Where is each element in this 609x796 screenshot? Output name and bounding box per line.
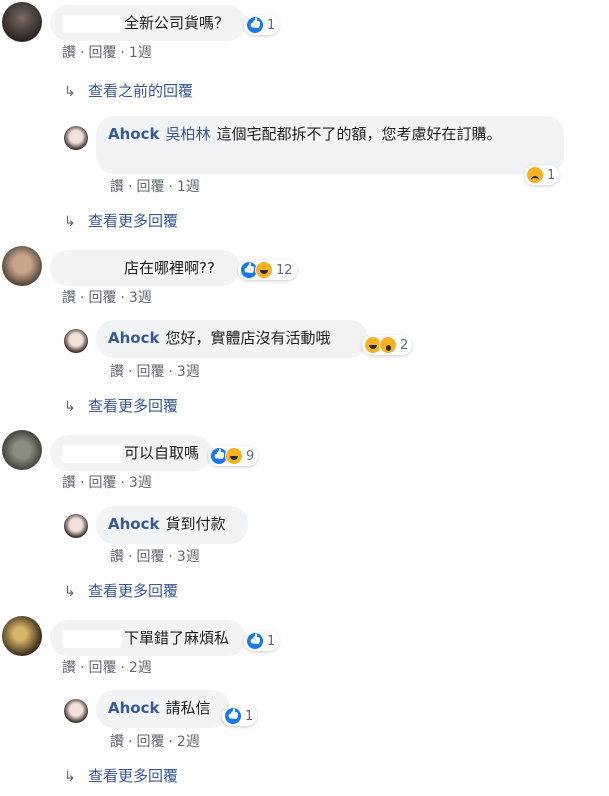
comment-text: 下單錯了麻煩私 (124, 629, 230, 647)
page-avatar[interactable] (64, 699, 88, 723)
commenter-avatar[interactable] (2, 430, 42, 470)
comment-bubble: 店在哪裡啊?? (50, 250, 240, 286)
timestamp[interactable]: 3週 (177, 364, 200, 380)
timestamp[interactable]: 3週 (129, 475, 152, 491)
reaction-count: 1 (267, 17, 276, 33)
timestamp[interactable]: 3週 (129, 290, 152, 306)
comment-bubble: 下單錯了麻煩私 (50, 620, 246, 656)
reply-link[interactable]: 回覆 (136, 734, 164, 750)
reactions-badge[interactable]: 1 (244, 631, 280, 651)
redacted-name (62, 259, 122, 278)
reply-bubble: Ahock 您好，實體店沒有活動哦 (96, 320, 368, 358)
comment-actions: 讚 · 回覆 · 2週 (62, 660, 152, 676)
redacted-name (62, 14, 122, 33)
like-link[interactable]: 讚 (110, 549, 124, 565)
like-reaction-icon (224, 707, 242, 725)
reaction-count: 2 (400, 337, 409, 353)
page-avatar[interactable] (64, 329, 88, 353)
page-avatar[interactable] (64, 126, 88, 150)
view-previous-replies[interactable]: ↳ 查看之前的回覆 (64, 80, 193, 101)
like-link[interactable]: 讚 (110, 179, 124, 195)
reactions-badge[interactable]: 12 (238, 260, 297, 280)
reply-arrow-icon: ↳ (64, 214, 76, 230)
sad-reaction-icon (526, 166, 544, 184)
like-link[interactable]: 讚 (62, 45, 76, 61)
comment-bubble: 全新公司貨嗎？ (50, 5, 246, 41)
reactions-badge[interactable]: 1 (524, 165, 560, 185)
reaction-count: 12 (276, 262, 293, 278)
reactions-badge[interactable]: 1 (244, 15, 280, 35)
like-reaction-icon (246, 632, 264, 650)
reply-arrow-icon: ↳ (64, 84, 76, 100)
reply-bubble: Ahock 請私信 (96, 690, 230, 728)
reply-link[interactable]: 回覆 (88, 660, 116, 676)
reply-arrow-icon: ↳ (64, 769, 76, 785)
like-link[interactable]: 讚 (110, 734, 124, 750)
reply-text: 貨到付款 (165, 515, 226, 533)
haha-reaction-icon (225, 447, 243, 465)
reaction-count: 1 (245, 708, 254, 724)
reply-actions: 讚 · 回覆 · 1週 (110, 179, 200, 195)
reply-actions: 讚 · 回覆 · 3週 (110, 549, 200, 565)
reply-link[interactable]: 回覆 (136, 179, 164, 195)
haha-reaction-icon (255, 261, 273, 279)
reply-text: 請私信 (165, 699, 211, 717)
commenter-avatar[interactable] (2, 246, 42, 286)
reply-text: 這個宅配都拆不了的額，您考慮好在訂購。 (216, 125, 502, 143)
like-link[interactable]: 讚 (62, 660, 76, 676)
page-avatar[interactable] (64, 514, 88, 538)
view-more-replies[interactable]: ↳ 查看更多回覆 (64, 210, 178, 231)
comment-text: 可以自取嗎 (124, 444, 200, 462)
comment-actions: 讚 · 回覆 · 1週 (62, 45, 152, 61)
wow-reaction-icon (379, 336, 397, 354)
reply-link[interactable]: 回覆 (88, 475, 116, 491)
timestamp[interactable]: 1週 (177, 179, 200, 195)
redacted-name (62, 444, 122, 463)
comment-actions: 讚 · 回覆 · 3週 (62, 475, 152, 491)
comment-actions: 讚 · 回覆 · 3週 (62, 290, 152, 306)
reply-arrow-icon: ↳ (64, 584, 76, 600)
reply-link[interactable]: 回覆 (136, 549, 164, 565)
comment-bubble: 可以自取嗎 (50, 435, 212, 471)
reply-arrow-icon: ↳ (64, 399, 76, 415)
reaction-count: 1 (547, 167, 556, 183)
reply-author[interactable]: Ahock (108, 699, 159, 717)
timestamp[interactable]: 3週 (177, 549, 200, 565)
view-more-replies[interactable]: ↳ 查看更多回覆 (64, 395, 178, 416)
timestamp[interactable]: 2週 (129, 660, 152, 676)
like-link[interactable]: 讚 (62, 475, 76, 491)
commenter-avatar[interactable] (2, 2, 42, 42)
like-reaction-icon (246, 16, 264, 34)
tagged-user[interactable]: 吳柏林 (165, 125, 210, 143)
reply-actions: 讚 · 回覆 · 2週 (110, 734, 200, 750)
timestamp[interactable]: 1週 (129, 45, 152, 61)
reply-author[interactable]: Ahock (108, 125, 159, 143)
view-more-replies[interactable]: ↳ 查看更多回覆 (64, 580, 178, 601)
reply-author[interactable]: Ahock (108, 329, 159, 347)
commenter-avatar[interactable] (2, 616, 42, 656)
reply-actions: 讚 · 回覆 · 3週 (110, 364, 200, 380)
timestamp[interactable]: 2週 (177, 734, 200, 750)
reply-link[interactable]: 回覆 (88, 45, 116, 61)
reaction-count: 1 (267, 633, 276, 649)
reply-author[interactable]: Ahock (108, 515, 159, 533)
like-link[interactable]: 讚 (62, 290, 76, 306)
reply-bubble: Ahock 貨到付款 (96, 506, 248, 544)
view-more-replies[interactable]: ↳ 查看更多回覆 (64, 765, 178, 786)
reply-text: 您好，實體店沒有活動哦 (165, 329, 331, 347)
redacted-name (62, 629, 122, 648)
comment-text: 店在哪裡啊?? (124, 259, 215, 277)
reply-bubble: Ahock 吳柏林 這個宅配都拆不了的額，您考慮好在訂購。 (96, 116, 564, 174)
reactions-badge[interactable]: 9 (208, 446, 259, 466)
reactions-badge[interactable]: 1 (222, 706, 258, 726)
reaction-count: 9 (246, 448, 255, 464)
reply-link[interactable]: 回覆 (88, 290, 116, 306)
reactions-badge[interactable]: 2 (362, 335, 413, 355)
reply-link[interactable]: 回覆 (136, 364, 164, 380)
comment-text: 全新公司貨嗎？ (124, 14, 230, 32)
like-link[interactable]: 讚 (110, 364, 124, 380)
